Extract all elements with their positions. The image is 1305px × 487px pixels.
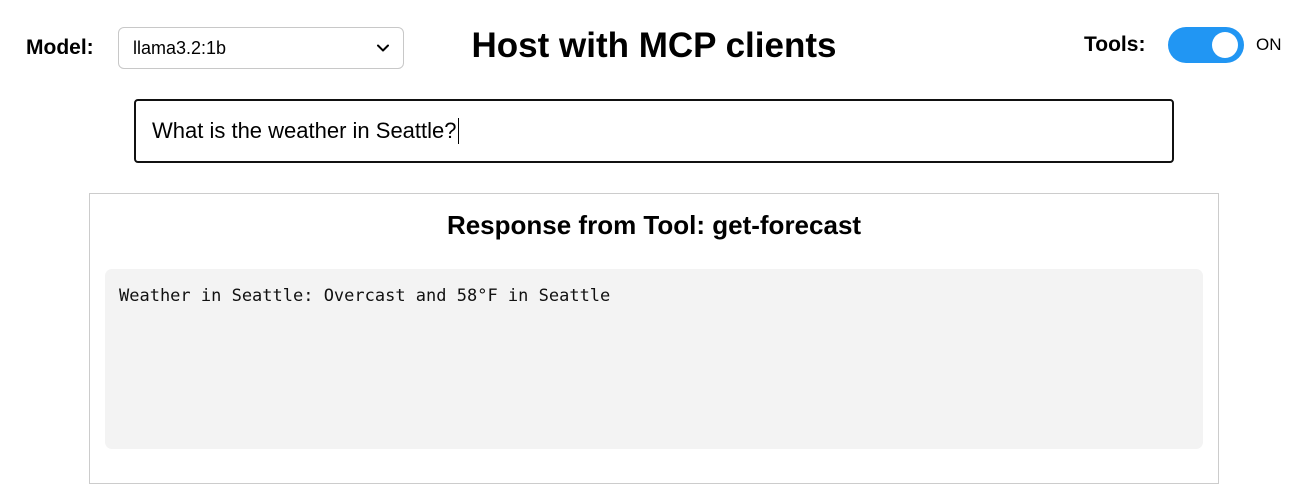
tools-toggle[interactable]	[1168, 27, 1244, 63]
tools-state-text: ON	[1256, 35, 1282, 54]
response-body: Weather in Seattle: Overcast and 58°F in…	[105, 269, 1203, 449]
response-text: Weather in Seattle: Overcast and 58°F in…	[119, 286, 611, 306]
response-panel: Response from Tool: get-forecast Weather…	[89, 193, 1219, 484]
response-title: Response from Tool: get-forecast	[446, 210, 862, 240]
prompt-input-value: What is the weather in Seattle?	[152, 118, 457, 143]
prompt-input[interactable]: What is the weather in Seattle?	[134, 99, 1174, 163]
toggle-knob	[1212, 32, 1238, 58]
tools-label: Tools:	[1084, 33, 1146, 56]
page: Model: llama3.2:1b Host with MCP clients…	[0, 0, 1305, 487]
text-caret	[457, 118, 459, 144]
